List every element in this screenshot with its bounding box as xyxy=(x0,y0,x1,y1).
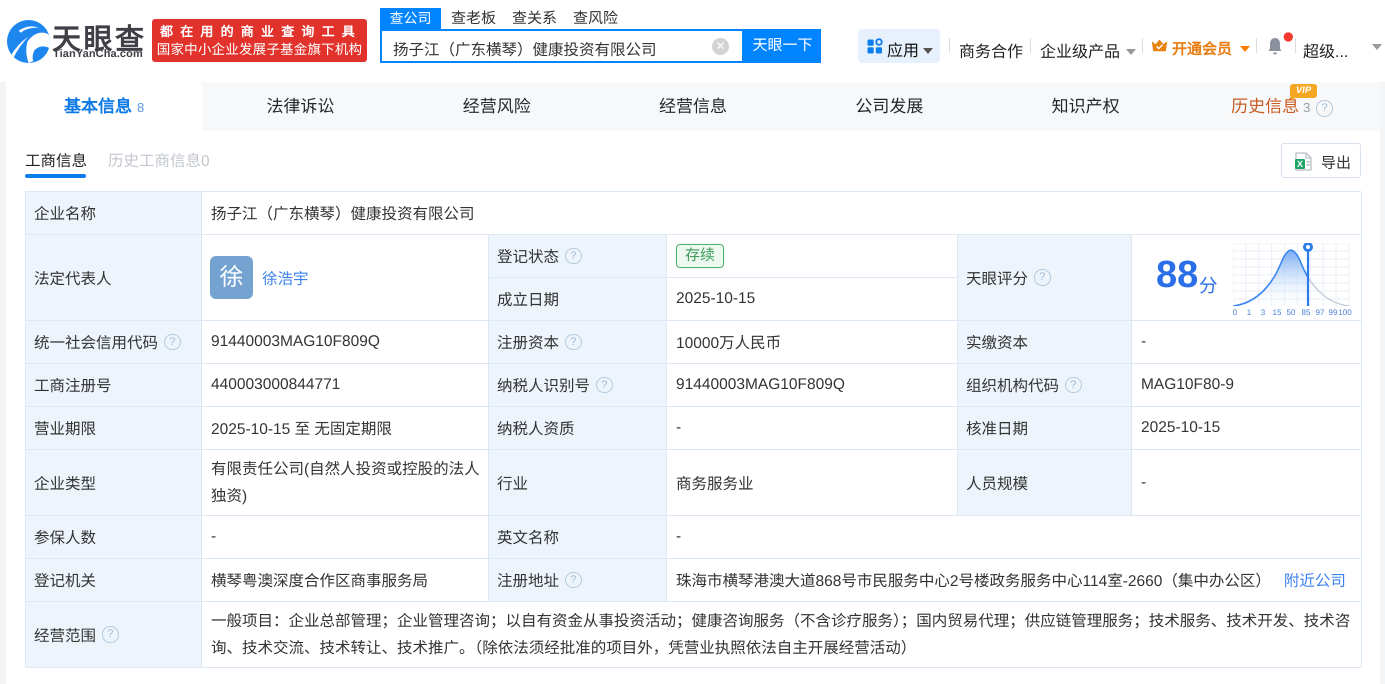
svg-text:0: 0 xyxy=(1233,308,1238,317)
svg-text:100: 100 xyxy=(1338,308,1352,317)
svg-text:97: 97 xyxy=(1316,308,1325,317)
svg-text:1: 1 xyxy=(1247,308,1252,317)
svg-text:99: 99 xyxy=(1329,308,1338,317)
svg-text:50: 50 xyxy=(1287,308,1296,317)
svg-text:X: X xyxy=(1297,159,1303,169)
svg-text:15: 15 xyxy=(1273,308,1282,317)
svg-text:3: 3 xyxy=(1261,308,1266,317)
svg-text:85: 85 xyxy=(1302,308,1311,317)
